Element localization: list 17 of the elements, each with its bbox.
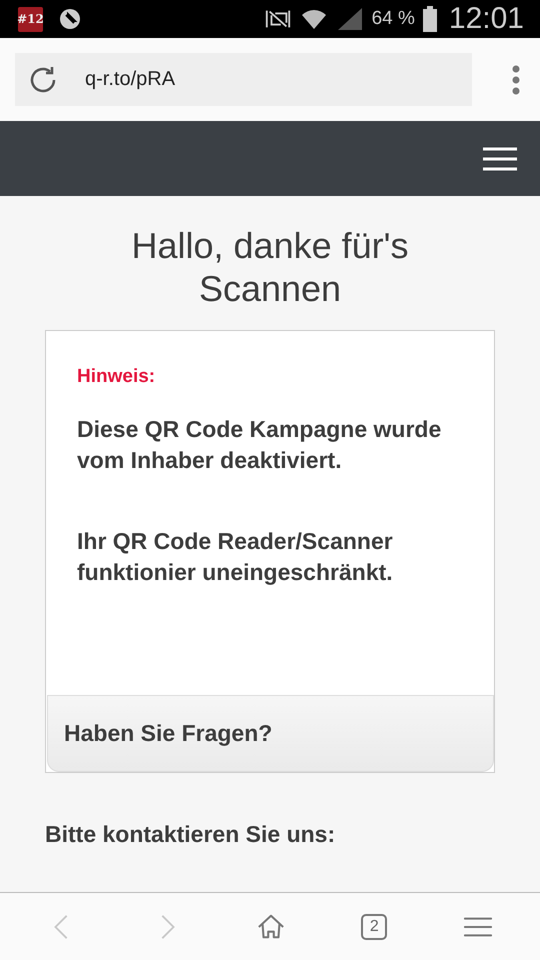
home-icon[interactable] (256, 912, 285, 940)
notice-label: Hinweis: (77, 366, 156, 388)
wifi-icon (300, 7, 328, 31)
signal-icon (336, 7, 364, 31)
url-field[interactable]: q-r.to/pRA (15, 53, 472, 106)
menu-icon[interactable] (483, 146, 517, 170)
battery-icon (422, 6, 437, 32)
more-options-icon[interactable] (512, 64, 520, 94)
page-title: Hallo, danke für's Scannen (130, 224, 410, 310)
notification-badge: #12 (18, 6, 43, 32)
clock: 12:01 (448, 2, 524, 36)
tabs-button[interactable]: 2 (361, 914, 388, 940)
battery-percentage: 64 % (372, 8, 415, 30)
contact-heading: Bitte kontaktieren Sie uns: (45, 821, 336, 848)
card-footer[interactable]: Haben Sie Fragen? (47, 695, 494, 772)
notice-text: Diese QR Code Kampagne wurde vom Inhaber deaktiviert. (77, 415, 442, 475)
notice-text: Ihr QR Code Reader/Scanner funktionier uneingeschränkt. (77, 527, 394, 587)
